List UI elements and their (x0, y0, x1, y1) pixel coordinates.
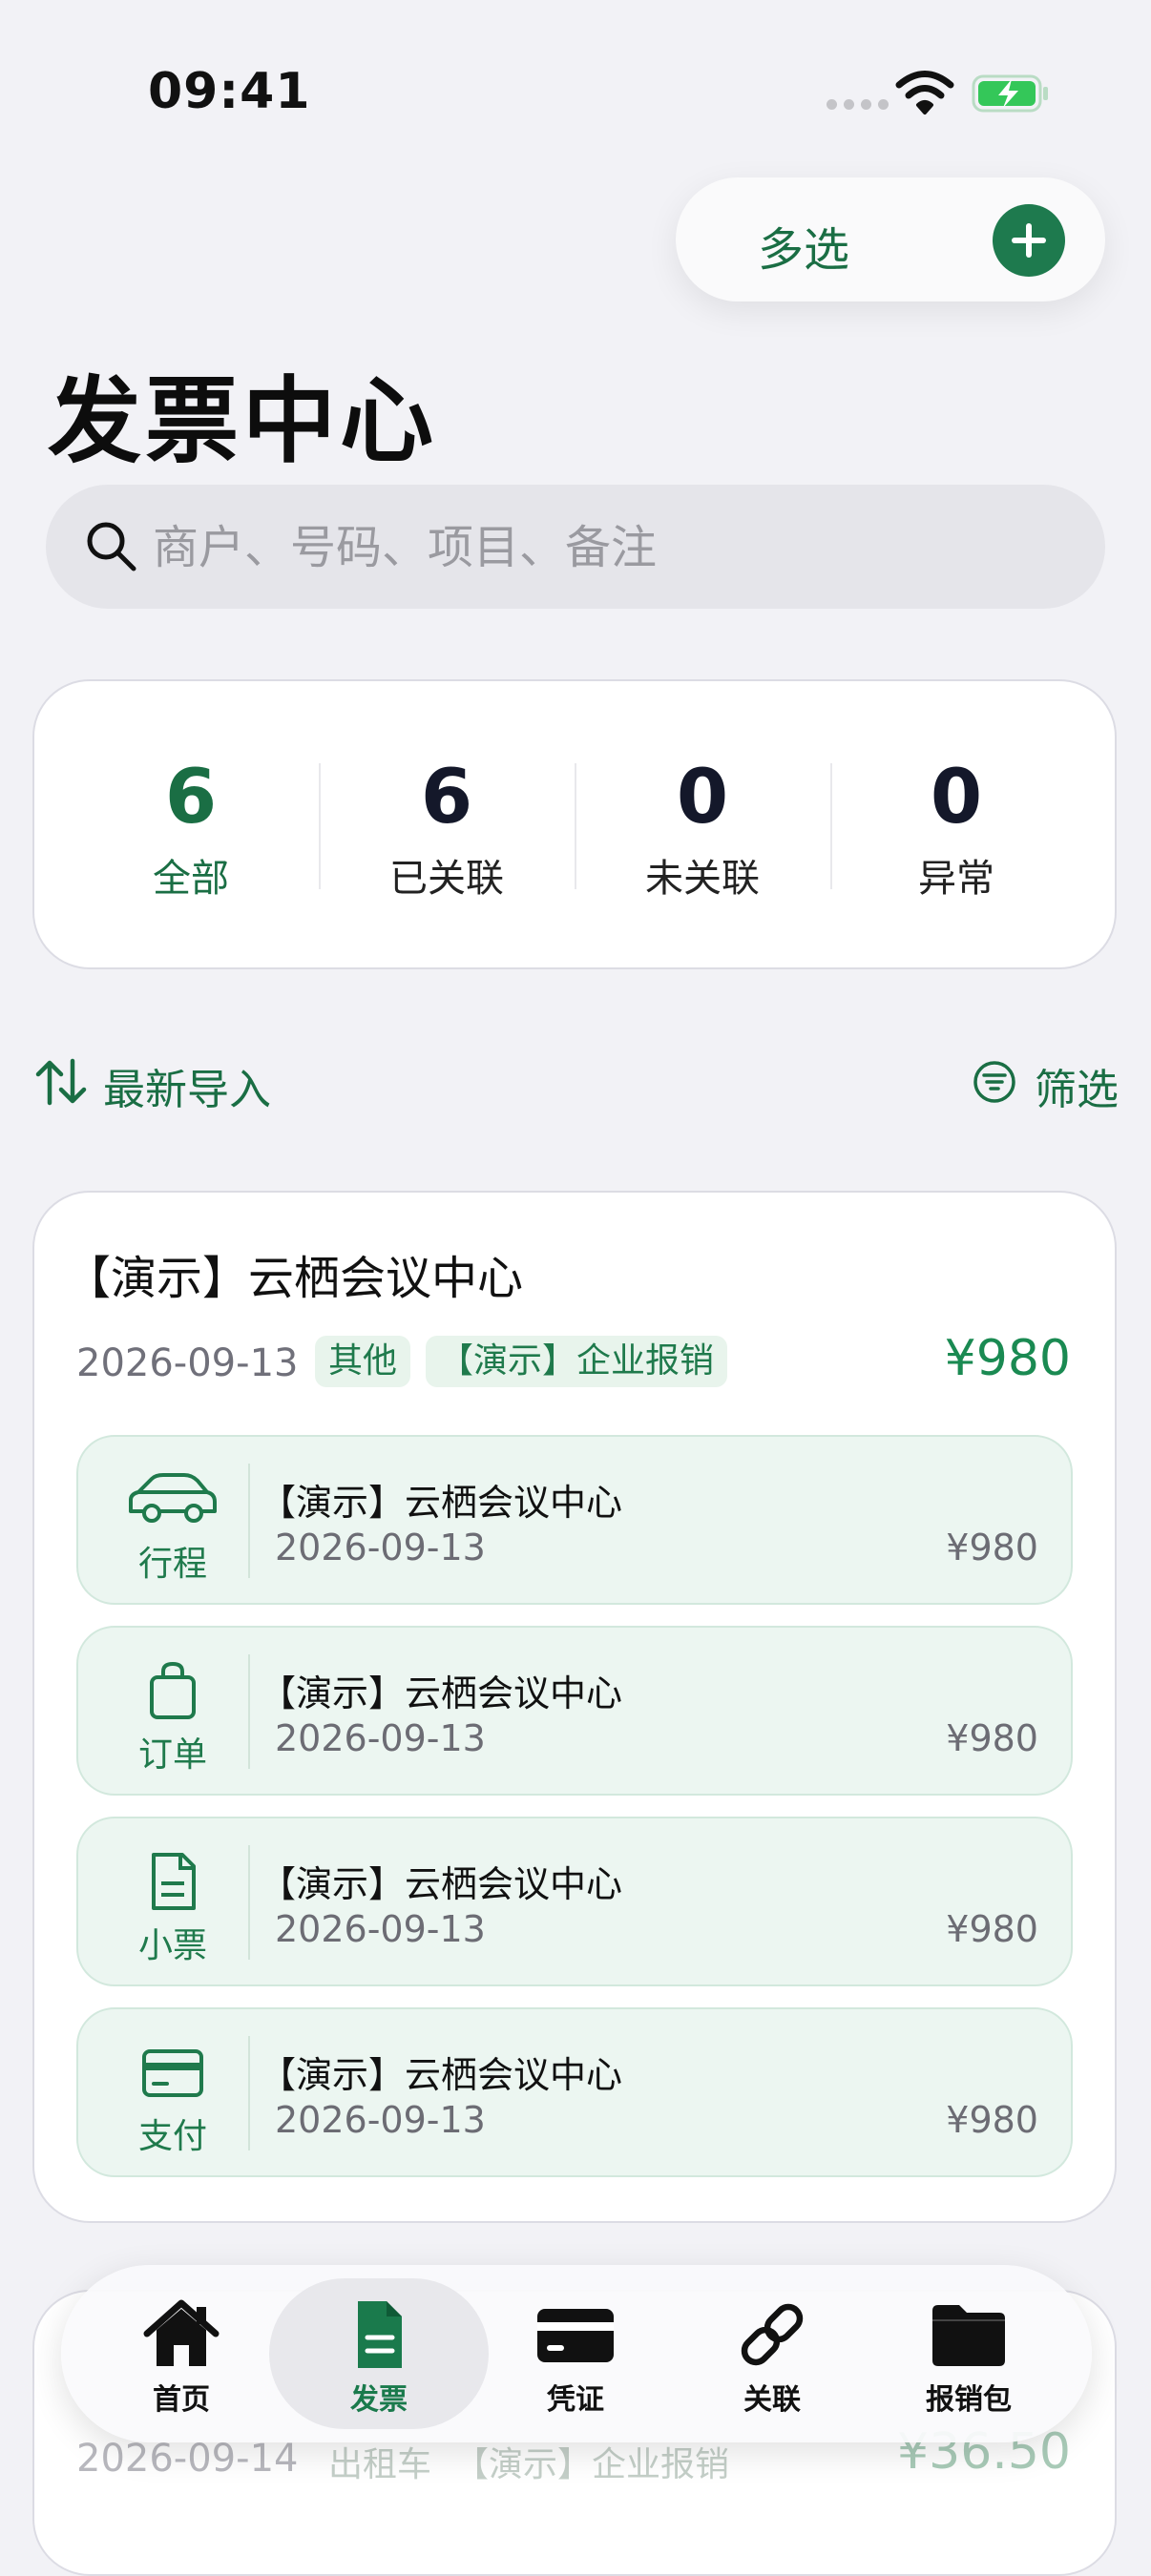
stat-linked[interactable]: 6 已关联 (319, 754, 575, 903)
search-icon (87, 522, 136, 571)
stat-count: 0 (676, 755, 729, 841)
tab-label: 凭证 (547, 2383, 604, 2417)
battery-charging-icon (972, 74, 1048, 113)
invoice-tag: 出租车 (328, 2445, 432, 2484)
invoice-icon (358, 2301, 402, 2368)
tab-voucher[interactable]: 凭证 (490, 2297, 661, 2418)
item-date: 2026-09-13 (275, 2099, 486, 2141)
item-kind: 支付 (137, 2117, 207, 2156)
invoice-tag: 【演示】企业报销 (454, 2445, 730, 2484)
item-date: 2026-09-13 (275, 1717, 486, 1759)
link-icon (741, 2303, 804, 2366)
tab-label: 首页 (153, 2383, 210, 2417)
tab-reimbursement-pack[interactable]: 报销包 (883, 2297, 1055, 2418)
stat-count: 6 (420, 755, 473, 841)
page-title: 发票中心 (48, 367, 438, 476)
stat-label: 异常 (918, 857, 994, 901)
invoice-title: 【演示】云栖会议中心 (65, 1252, 524, 1305)
tab-link[interactable]: 关联 (686, 2297, 858, 2418)
shopping-bag-icon (150, 1661, 196, 1719)
stat-count: 0 (930, 755, 983, 841)
tab-home[interactable]: 首页 (95, 2297, 267, 2418)
item-date: 2026-09-13 (275, 1527, 486, 1568)
add-invoice-button[interactable] (993, 204, 1065, 277)
home-icon (143, 2299, 220, 2366)
item-name: 【演示】云栖会议中心 (260, 2054, 623, 2096)
item-amount: ¥980 (946, 1908, 1038, 1950)
invoice-tag: 其他 (315, 1336, 411, 1387)
filter-icon[interactable] (972, 1059, 1017, 1105)
tab-label: 发票 (350, 2383, 408, 2417)
folder-icon (932, 2305, 1005, 2366)
item-amount: ¥980 (946, 1717, 1038, 1759)
divider (248, 1654, 250, 1769)
invoice-amount: ¥980 (944, 1330, 1071, 1387)
item-name: 【演示】云栖会议中心 (260, 1863, 623, 1905)
wifi-icon (895, 71, 954, 114)
item-kind: 订单 (137, 1735, 207, 1775)
item-kind: 行程 (137, 1545, 207, 1584)
invoice-tag: 【演示】企业报销 (426, 1336, 728, 1387)
item-date: 2026-09-13 (275, 1908, 486, 1950)
stat-abnormal[interactable]: 0 异常 (828, 754, 1084, 903)
invoice-date: 2026-09-14 (76, 2437, 299, 2481)
stat-label: 已关联 (389, 857, 504, 901)
credit-card-icon (142, 2049, 203, 2097)
item-name: 【演示】云栖会议中心 (260, 1672, 623, 1714)
filter-button[interactable]: 筛选 (1035, 1055, 1119, 1116)
multi-select-button[interactable]: 多选 (758, 212, 849, 279)
item-amount: ¥980 (946, 1527, 1038, 1568)
invoice-date: 2026-09-13 (76, 1341, 299, 1385)
item-name: 【演示】云栖会议中心 (260, 1482, 623, 1524)
car-icon (129, 1473, 217, 1523)
tab-label: 报销包 (926, 2383, 1012, 2417)
sort-icon[interactable] (34, 1057, 88, 1107)
receipt-icon (152, 1853, 196, 1910)
cellular-signal-icon (827, 99, 889, 110)
stat-unlinked[interactable]: 0 未关联 (575, 754, 830, 903)
item-amount: ¥980 (946, 2099, 1038, 2141)
sort-button[interactable]: 最新导入 (103, 1055, 271, 1116)
stat-label: 未关联 (645, 857, 760, 901)
search-input[interactable] (153, 511, 1069, 584)
item-kind: 小票 (137, 1926, 207, 1965)
card-icon (537, 2309, 614, 2362)
stat-all[interactable]: 6 全部 (63, 754, 319, 903)
divider (248, 1845, 250, 1960)
tab-label: 关联 (743, 2383, 801, 2417)
stat-label: 全部 (153, 857, 229, 901)
divider (248, 1464, 250, 1578)
status-time: 09:41 (148, 63, 311, 120)
divider (248, 2036, 250, 2150)
tab-invoice[interactable]: 发票 (293, 2297, 465, 2418)
stat-count: 6 (164, 755, 218, 841)
